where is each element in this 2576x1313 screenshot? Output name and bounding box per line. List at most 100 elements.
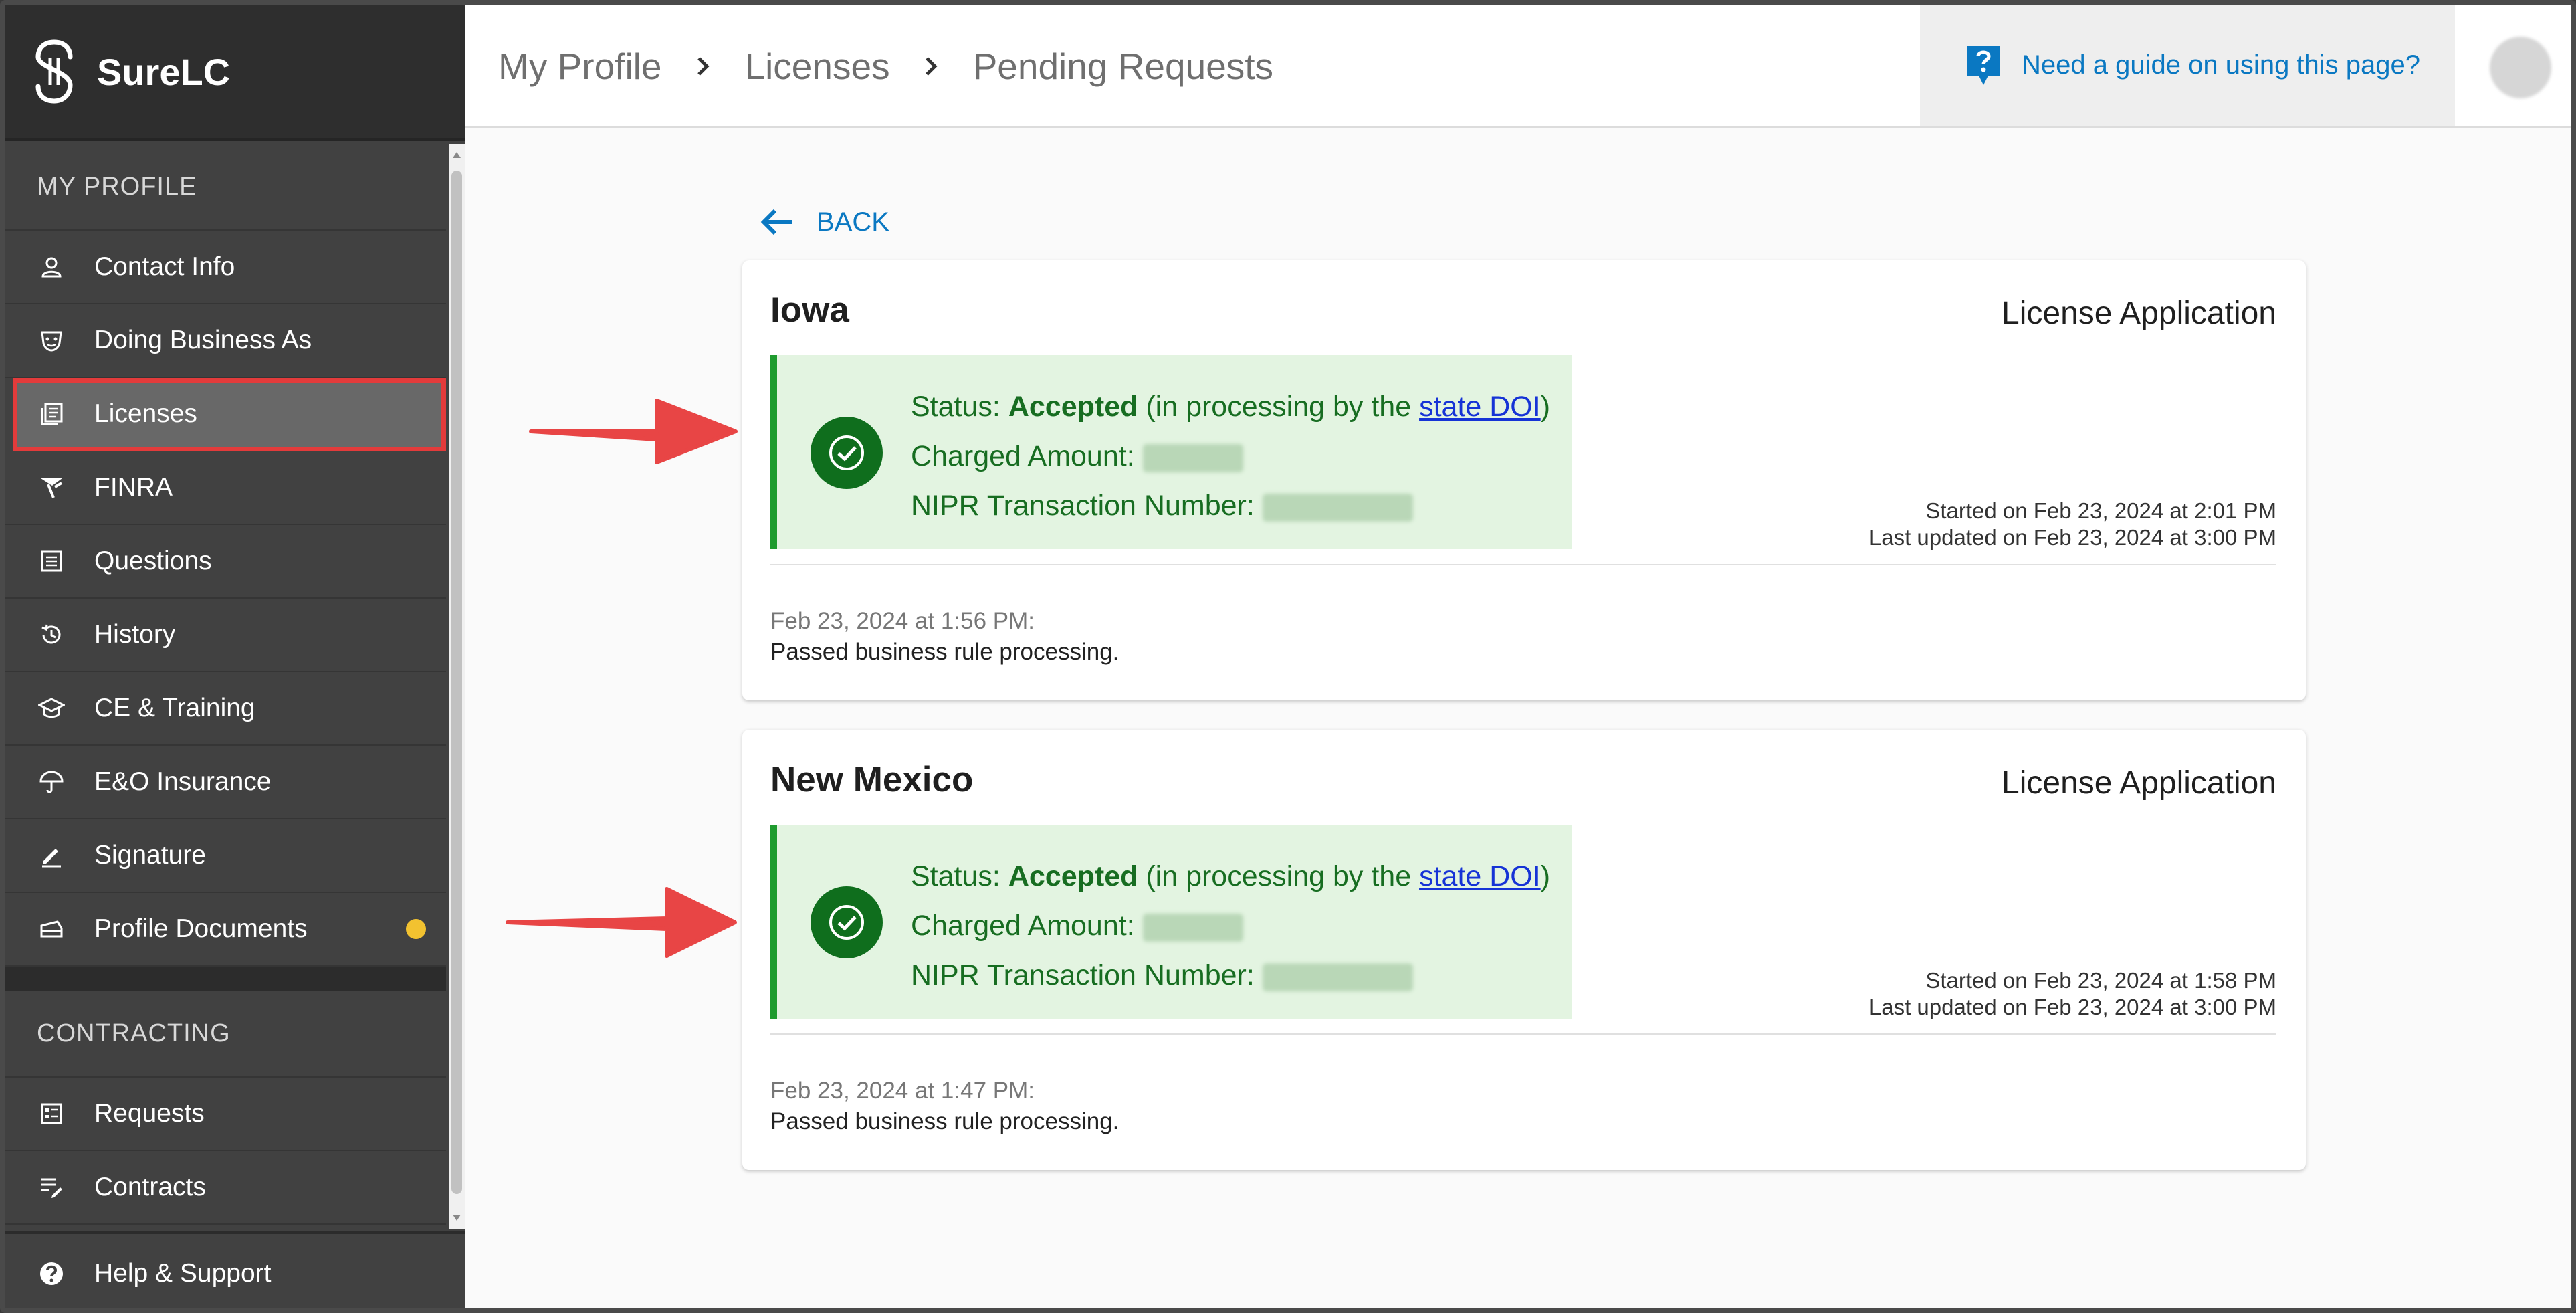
guide-link[interactable]: Need a guide on using this page? (2022, 50, 2420, 80)
sidebar-item-finra[interactable]: FINRA (5, 451, 446, 525)
sidebar-item-label: History (94, 620, 176, 649)
sidebar-item-signature[interactable]: Signature (5, 819, 446, 893)
request-dates: Started on Feb 23, 2024 at 1:58 PM Last … (1869, 967, 2276, 1021)
state-doi-link[interactable]: state DOI (1419, 391, 1541, 423)
redacted-amount (1142, 443, 1243, 472)
sidebar-item-label: Doing Business As (94, 326, 312, 355)
chevron-right-icon (695, 54, 712, 78)
nipr-line: NIPR Transaction Number: (911, 950, 1550, 1000)
nipr-label: NIPR Transaction Number: (911, 490, 1255, 522)
breadcrumb-pending-requests: Pending Requests (972, 45, 1274, 87)
person-icon (37, 252, 66, 282)
sidebar-item-contracts[interactable]: Contracts (5, 1151, 446, 1225)
status-line: Status: Accepted (in processing by the s… (911, 851, 1550, 901)
scroll-down-arrow-icon[interactable] (453, 1215, 461, 1221)
sidebar-item-label: CE & Training (94, 694, 255, 722)
sidebar-item-questions[interactable]: Questions (5, 525, 446, 599)
breadcrumb-licenses[interactable]: Licenses (745, 45, 890, 88)
sidebar-item-label: Contracts (94, 1173, 206, 1201)
sidebar-item-profile-documents[interactable]: Profile Documents (5, 893, 446, 967)
status-label: Status: (911, 391, 1000, 423)
log-timestamp: Feb 23, 2024 at 1:47 PM: (770, 1078, 1035, 1104)
status-value: Accepted (1008, 860, 1138, 892)
pen-icon (37, 841, 66, 870)
guide-banner[interactable]: Need a guide on using this page? (1920, 5, 2455, 126)
finra-icon (37, 473, 66, 502)
sidebar-item-licenses[interactable]: Licenses (13, 378, 446, 451)
updated-date: Last updated on Feb 23, 2024 at 3:00 PM (1868, 525, 2276, 550)
status-details: Status: Accepted (in processing by the s… (911, 851, 1550, 1000)
redacted-amount (1142, 913, 1243, 942)
annotation-arrow-icon (506, 887, 737, 958)
sidebar-item-eo-insurance[interactable]: E&O Insurance (5, 746, 446, 819)
request-card: Iowa License Application Status: Accepte… (742, 260, 2306, 700)
history-icon (37, 620, 66, 649)
top-header: My Profile Licenses Pending Requests Nee… (465, 5, 2571, 128)
redacted-nipr-number (1262, 493, 1413, 522)
sidebar-item-label: Requests (94, 1099, 205, 1128)
status-note-prefix: (in processing by the (1146, 391, 1420, 423)
help-icon (40, 1262, 63, 1285)
sidebar-scrollbar[interactable] (449, 144, 465, 1229)
charged-amount-label: Charged Amount: (911, 440, 1135, 472)
sidebar-item-ce-training[interactable]: CE & Training (5, 672, 446, 746)
sidebar-item-doing-business-as[interactable]: Doing Business As (5, 304, 446, 378)
request-type: License Application (2002, 296, 2276, 331)
sidebar-item-contact-info[interactable]: Contact Info (5, 231, 446, 304)
documents-icon (37, 914, 66, 944)
question-bubble-icon (1967, 45, 2000, 85)
surelc-logo-icon (35, 39, 73, 104)
back-label: BACK (817, 207, 889, 237)
log-timestamp: Feb 23, 2024 at 1:56 PM: (770, 608, 1035, 634)
license-icon (37, 399, 66, 429)
help-support-link[interactable]: Help & Support (5, 1231, 465, 1308)
sidebar-item-label: Signature (94, 841, 206, 870)
updated-date: Last updated on Feb 23, 2024 at 3:00 PM (1868, 995, 2276, 1019)
redacted-nipr-number (1262, 963, 1413, 991)
status-note-prefix: (in processing by the (1146, 860, 1420, 892)
request-card: New Mexico License Application Status: A… (742, 730, 2306, 1170)
sidebar-item-label: Questions (94, 546, 212, 575)
status-details: Status: Accepted (in processing by the s… (911, 382, 1550, 530)
avatar[interactable] (2490, 37, 2551, 98)
nipr-label: NIPR Transaction Number: (911, 959, 1255, 991)
sidebar-item-label: Contact Info (94, 252, 235, 281)
status-line: Status: Accepted (in processing by the s… (911, 382, 1550, 431)
scroll-up-arrow-icon[interactable] (453, 152, 461, 158)
state-doi-link[interactable]: state DOI (1419, 860, 1541, 892)
started-date: Started on Feb 23, 2024 at 1:58 PM (1925, 968, 2276, 993)
nipr-line: NIPR Transaction Number: (911, 481, 1550, 530)
back-button[interactable]: BACK (759, 205, 889, 239)
chevron-right-icon (924, 54, 940, 78)
divider (770, 564, 2276, 565)
sidebar-item-label: FINRA (94, 473, 173, 502)
contracts-icon (37, 1173, 66, 1202)
section-title-my-profile: MY PROFILE (5, 144, 446, 231)
arrow-left-icon (760, 209, 792, 235)
sidebar-item-requests[interactable]: Requests (5, 1078, 446, 1151)
sidebar-item-label: Profile Documents (94, 914, 308, 943)
sidebar-item-history[interactable]: History (5, 599, 446, 672)
check-circle-icon (811, 886, 883, 958)
status-note-suffix: ) (1540, 860, 1551, 892)
section-divider (5, 967, 446, 991)
divider (770, 1033, 2276, 1035)
request-state: Iowa (770, 290, 849, 330)
request-dates: Started on Feb 23, 2024 at 2:01 PM Last … (1869, 498, 2276, 551)
sidebar: SureLC MY PROFILE Contact Info Doing Bus… (5, 5, 465, 1308)
breadcrumb-my-profile[interactable]: My Profile (498, 45, 662, 88)
breadcrumb: My Profile Licenses Pending Requests (498, 45, 1273, 88)
notification-badge (406, 919, 426, 939)
mask-icon (37, 326, 66, 355)
log-message: Passed business rule processing. (770, 639, 1119, 665)
scroll-thumb[interactable] (451, 171, 462, 1194)
annotation-arrow-icon (529, 399, 738, 464)
questions-icon (37, 546, 66, 576)
check-circle-icon (811, 417, 883, 489)
help-support-label: Help & Support (94, 1259, 272, 1288)
requests-icon (37, 1099, 66, 1128)
logo-bar[interactable]: SureLC (5, 5, 465, 141)
request-type: License Application (2002, 765, 2276, 801)
sidebar-item-label: Licenses (94, 399, 197, 428)
app-name: SureLC (97, 50, 231, 93)
